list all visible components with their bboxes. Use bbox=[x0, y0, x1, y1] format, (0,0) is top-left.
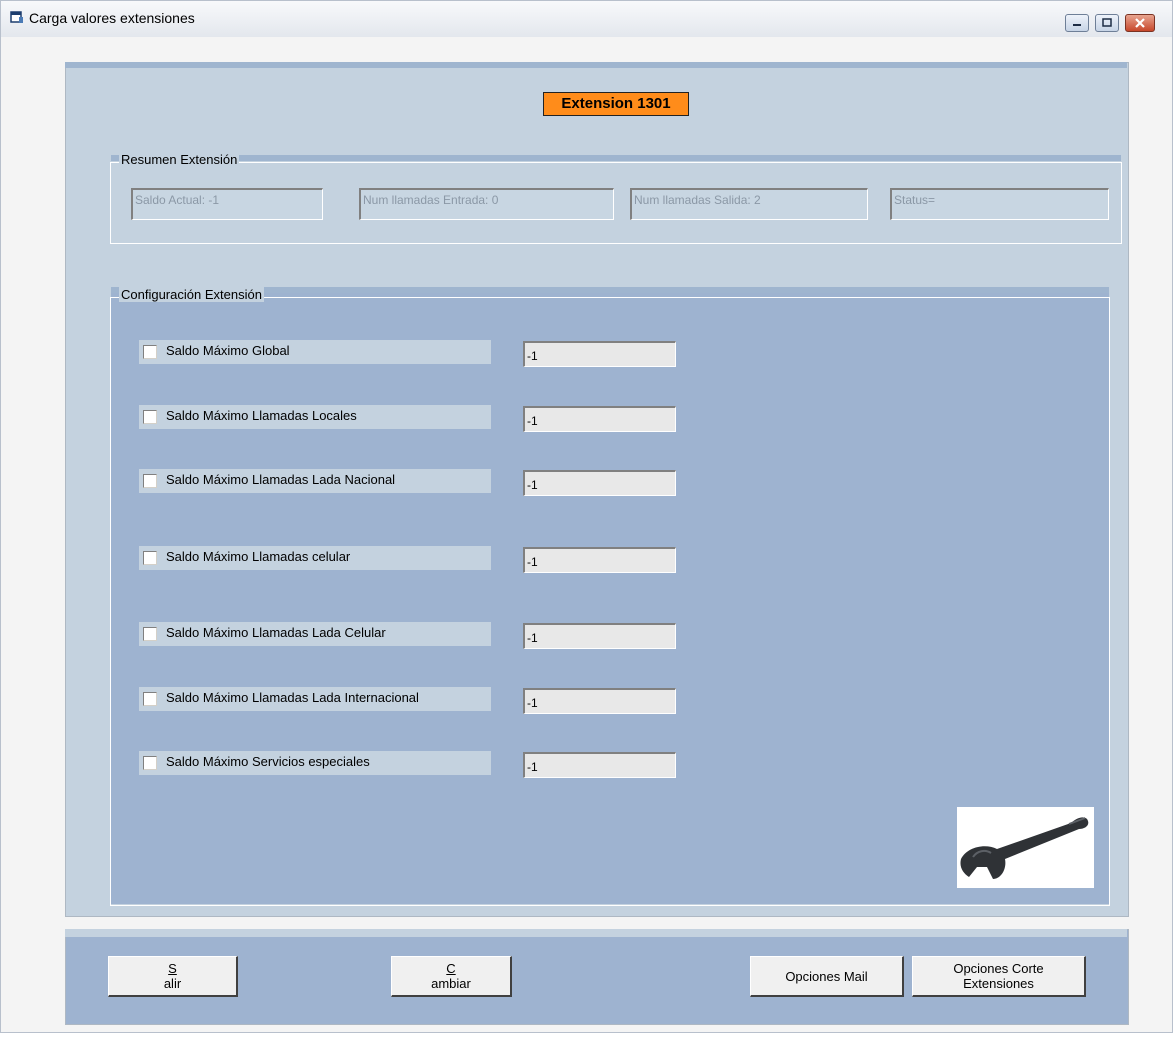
config-row-locales[interactable]: Saldo Máximo Llamadas Locales bbox=[139, 405, 491, 429]
form-icon bbox=[10, 11, 23, 23]
config-row-lada-internacional[interactable]: Saldo Máximo Llamadas Lada Internacional bbox=[139, 687, 491, 711]
configuracion-legend: Configuración Extensión bbox=[119, 287, 264, 302]
lada-nacional-input[interactable]: -1 bbox=[523, 470, 676, 496]
salir-label: alir bbox=[163, 976, 182, 991]
status-field: Status= bbox=[890, 188, 1109, 220]
minimize-icon bbox=[1073, 24, 1081, 26]
checkbox-llamadas-locales[interactable] bbox=[143, 410, 157, 424]
checkbox-lada-nacional[interactable] bbox=[143, 474, 157, 488]
salir-button[interactable]: Salir bbox=[108, 956, 238, 997]
llamadas-salida-field: Num llamadas Salida: 2 bbox=[630, 188, 868, 220]
opciones-mail-label: Opciones Mail bbox=[785, 968, 868, 984]
row-label-text: Saldo Máximo Llamadas Lada Celular bbox=[166, 625, 386, 640]
restore-icon bbox=[1102, 18, 1112, 27]
cambiar-button[interactable]: Cambiar bbox=[391, 956, 512, 997]
opciones-corte-line1: Opciones Corte bbox=[953, 961, 1044, 976]
extension-label: Extension 1301 bbox=[543, 92, 689, 116]
minimize-button[interactable] bbox=[1065, 14, 1089, 32]
servicios-especiales-input[interactable]: -1 bbox=[523, 752, 676, 778]
cambiar-accel: C bbox=[446, 961, 456, 976]
salir-accel: S bbox=[168, 961, 177, 976]
wrench-icon bbox=[960, 817, 1089, 879]
checkbox-llamadas-celular[interactable] bbox=[143, 551, 157, 565]
config-row-global[interactable]: Saldo Máximo Global bbox=[139, 340, 491, 364]
checkbox-saldo-global[interactable] bbox=[143, 345, 157, 359]
row-label-text: Saldo Máximo Llamadas Locales bbox=[166, 408, 357, 423]
checkbox-servicios-especiales[interactable] bbox=[143, 756, 157, 770]
checkbox-lada-internacional[interactable] bbox=[143, 692, 157, 706]
saldo-actual-field: Saldo Actual: -1 bbox=[131, 188, 323, 220]
row-label-text: Saldo Máximo Llamadas Lada Internacional bbox=[166, 690, 419, 705]
app-window: Carga valores extensiones Extension 1301… bbox=[0, 0, 1173, 1033]
opciones-mail-button[interactable]: Opciones Mail bbox=[750, 956, 904, 997]
config-row-celular[interactable]: Saldo Máximo Llamadas celular bbox=[139, 546, 491, 570]
lada-internacional-input[interactable]: -1 bbox=[523, 688, 676, 714]
row-label-text: Saldo Máximo Llamadas Lada Nacional bbox=[166, 472, 396, 487]
tool-image-button[interactable] bbox=[957, 807, 1094, 888]
config-row-lada-celular[interactable]: Saldo Máximo Llamadas Lada Celular bbox=[139, 622, 491, 646]
title-bar[interactable]: Carga valores extensiones bbox=[1, 1, 1172, 37]
llamadas-celular-input[interactable]: -1 bbox=[523, 547, 676, 573]
restore-button[interactable] bbox=[1095, 14, 1119, 32]
llamadas-locales-input[interactable]: -1 bbox=[523, 406, 676, 432]
row-label-text: Saldo Máximo Global bbox=[166, 343, 290, 358]
button-panel-strip bbox=[65, 929, 1127, 937]
resumen-strip bbox=[111, 155, 1121, 161]
lada-celular-input[interactable]: -1 bbox=[523, 623, 676, 649]
saldo-global-input[interactable]: -1 bbox=[523, 341, 676, 367]
llamadas-entrada-field: Num llamadas Entrada: 0 bbox=[359, 188, 614, 220]
opciones-corte-button[interactable]: Opciones Corte Extensiones bbox=[912, 956, 1086, 997]
cambiar-label: ambiar bbox=[431, 976, 471, 991]
row-label-text: Saldo Máximo Llamadas celular bbox=[166, 549, 351, 564]
row-label-text: Saldo Máximo Servicios especiales bbox=[166, 754, 370, 769]
opciones-corte-line2: Extensiones bbox=[963, 976, 1034, 991]
window-title: Carga valores extensiones bbox=[29, 10, 195, 26]
close-icon bbox=[1135, 18, 1145, 28]
config-row-servicios-especiales[interactable]: Saldo Máximo Servicios especiales bbox=[139, 751, 491, 775]
checkbox-lada-celular[interactable] bbox=[143, 627, 157, 641]
close-button[interactable] bbox=[1125, 14, 1155, 32]
resumen-legend: Resumen Extensión bbox=[119, 152, 240, 167]
config-row-lada-nacional[interactable]: Saldo Máximo Llamadas Lada Nacional bbox=[139, 469, 491, 493]
main-panel-header-strip bbox=[65, 62, 1127, 68]
